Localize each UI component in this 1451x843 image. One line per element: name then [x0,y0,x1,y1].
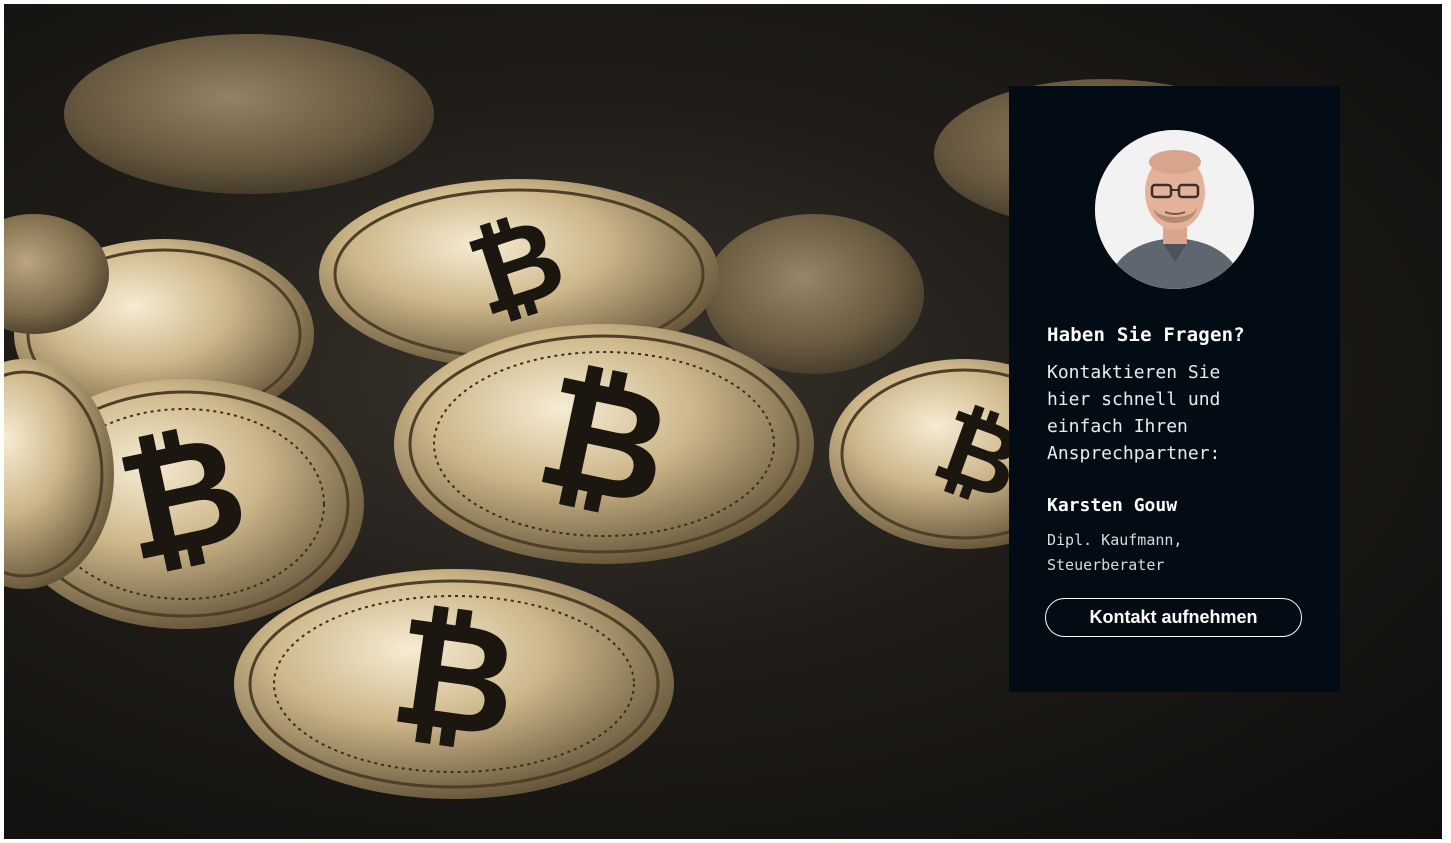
contact-card: Haben Sie Fragen? Kontaktieren Sie hier … [1009,86,1340,692]
intro-line: Ansprechpartner: [1047,443,1221,464]
person-portrait-icon [1095,130,1254,289]
contact-role: Dipl. Kaufmann, Steuerberater [1047,528,1182,578]
svg-text:₿: ₿ [382,583,527,772]
contact-button[interactable]: Kontakt aufnehmen [1045,598,1302,637]
intro-line: hier schnell und [1047,389,1221,410]
intro-line: einfach Ihren [1047,416,1188,437]
role-line: Steuerberater [1047,556,1165,574]
intro-line: Kontaktieren Sie [1047,362,1221,383]
card-heading: Haben Sie Fragen? [1047,324,1245,346]
card-intro-text: Kontaktieren Sie hier schnell und einfac… [1047,359,1287,467]
avatar [1095,130,1254,289]
role-line: Dipl. Kaufmann, [1047,531,1183,549]
contact-name: Karsten Gouw [1047,495,1178,516]
